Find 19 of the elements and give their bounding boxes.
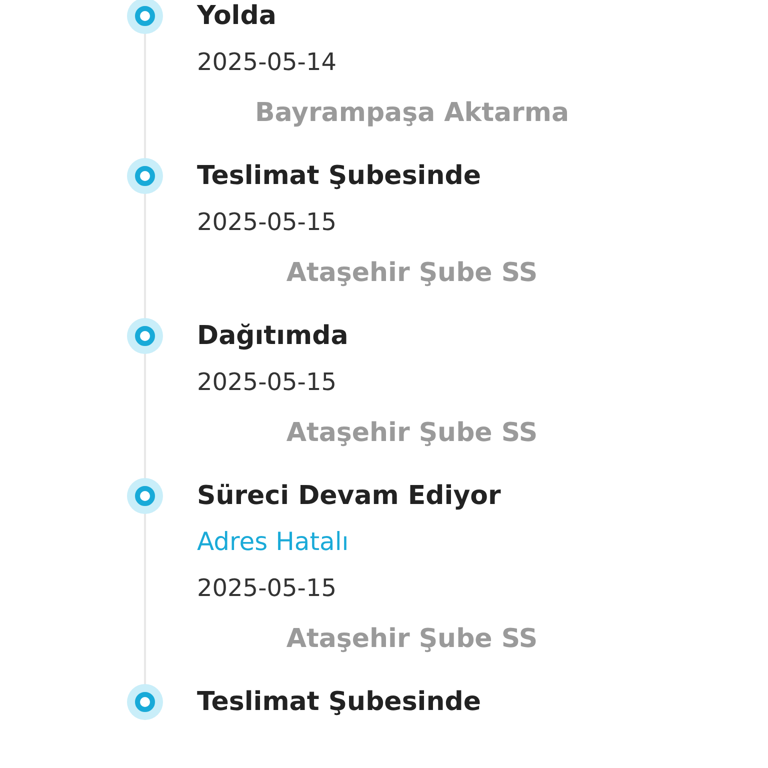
status-location: Ataşehir Şube SS	[285, 417, 539, 450]
status-date: 2025-05-14	[197, 47, 338, 78]
timeline-dot	[127, 318, 163, 354]
status-location: Bayrampaşa Aktarma	[254, 97, 570, 130]
status-location: Ataşehir Şube SS	[285, 623, 539, 656]
timeline-dot	[127, 684, 163, 720]
status-title: Teslimat Şubesinde	[197, 686, 482, 718]
status-title: Dağıtımda	[197, 320, 350, 352]
status-title: Süreci Devam Ediyor	[197, 480, 502, 512]
status-title: Yolda	[197, 0, 278, 32]
timeline-dot	[127, 478, 163, 514]
status-note: Adres Hatalı	[197, 526, 350, 558]
status-date: 2025-05-15	[197, 367, 338, 398]
status-title: Teslimat Şubesinde	[197, 160, 482, 192]
status-date: 2025-05-15	[197, 207, 338, 238]
timeline-dot	[127, 0, 163, 34]
status-location: Ataşehir Şube SS	[285, 257, 539, 290]
status-date: 2025-05-15	[197, 573, 338, 604]
timeline-dot	[127, 158, 163, 194]
